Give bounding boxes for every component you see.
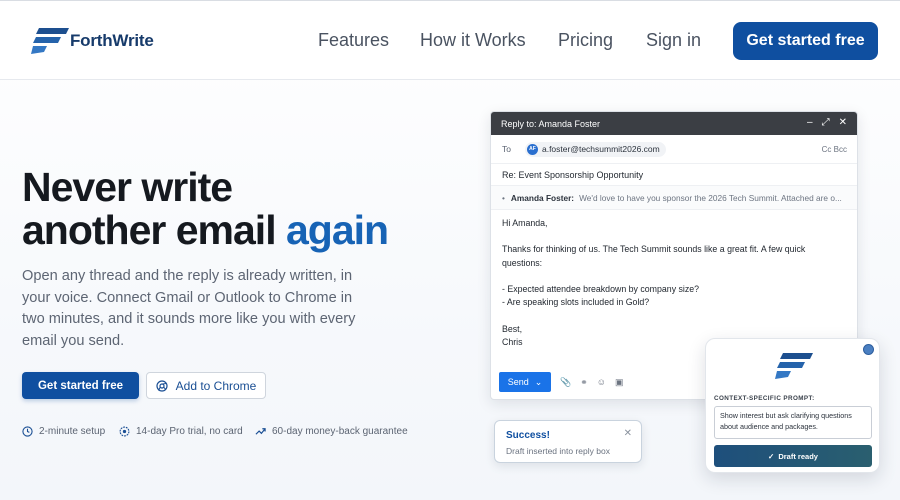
cc-bcc-toggle[interactable]: Cc Bcc [822,145,847,154]
recipient-chip[interactable]: AF a.foster@techsummit2026.com [524,141,666,157]
hero-title-line1: Never write [22,164,233,210]
feature-setup-text: 2-minute setup [39,426,106,437]
brand-name: ForthWrite [70,31,154,50]
feature-trial-text: 14-day Pro trial, no card [136,426,243,437]
success-toast: Success! Draft inserted into reply box ✕ [494,420,642,463]
nav-features[interactable]: Features [318,30,389,51]
hero-subtitle: Open any thread and the reply is already… [22,268,356,349]
minimize-icon[interactable]: – [807,117,813,128]
bullet-icon: • [502,192,505,203]
check-icon: ✓ [768,451,775,461]
prompt-input[interactable]: Show interest but ask clarifying questio… [714,406,872,439]
body-question-2: - Are speaking slots included in Gold? [502,297,650,308]
quoted-message-row[interactable]: • Amanda Foster: We'd love to have you s… [491,186,857,210]
badge-icon [119,426,130,437]
attach-icon[interactable]: 📎 [560,377,571,388]
compose-title: Reply to: Amanda Foster [501,118,601,129]
close-icon[interactable]: ✕ [839,117,847,128]
quote-text: We'd love to have you sponsor the 2026 T… [579,192,842,203]
hero-get-started-button[interactable]: Get started free [22,372,139,399]
nav-how-it-works[interactable]: How it Works [420,30,526,51]
trend-up-icon [255,428,266,435]
hero-title: Never write another email again [22,164,389,253]
image-icon[interactable]: ▣ [615,377,624,388]
send-label: Send [507,377,529,387]
add-to-chrome-button[interactable]: Add to Chrome [146,372,266,399]
chevron-down-icon[interactable]: ⌄ [535,377,543,388]
prompt-card: CONTEXT-SPECIFIC PROMPT: Show interest b… [705,338,880,473]
brand-logo[interactable]: ForthWrite [31,28,154,54]
expand-icon[interactable]: ⤢ [822,117,830,128]
emoji-icon[interactable]: ☺ [597,377,606,387]
top-nav: ForthWrite Features How it Works Pricing… [0,0,900,80]
email-body[interactable]: Hi Amanda, Thanks for thinking of us. Th… [491,210,857,349]
compose-title-bar: Reply to: Amanda Foster – ⤢ ✕ [491,112,857,135]
compose-toolbar: Send ⌄ 📎 ⚭ ☺ ▣ [499,372,623,392]
feature-guarantee-text: 60-day money-back guarantee [272,426,408,437]
hero-title-line2: another email [22,207,286,253]
prompt-label: CONTEXT-SPECIFIC PROMPT: [714,395,815,402]
nav-sign-in[interactable]: Sign in [646,30,701,51]
body-question-1: - Expected attendee breakdown by company… [502,283,700,294]
feature-guarantee: 60-day money-back guarantee [255,426,408,437]
send-button[interactable]: Send ⌄ [499,372,551,392]
to-row: To AF a.foster@techsummit2026.com Cc Bcc [491,135,857,164]
nav-pricing[interactable]: Pricing [558,30,613,51]
draft-ready-button[interactable]: ✓ Draft ready [714,445,872,467]
body-greeting: Hi Amanda, [502,218,548,228]
subject-text: Re: Event Sponsorship Opportunity [502,169,644,180]
body-signoff: Best, [502,323,523,334]
feature-trial: 14-day Pro trial, no card [119,426,243,437]
status-dot-icon [863,344,874,355]
quote-sender: Amanda Foster: [510,192,575,203]
toast-message: Draft inserted into reply box [506,446,610,456]
toast-close-icon[interactable]: ✕ [624,428,632,439]
link-icon[interactable]: ⚭ [580,377,588,388]
forthwrite-logo-icon [31,28,69,54]
body-paragraph: Thanks for thinking of us. The Tech Summ… [502,244,806,268]
to-label: To [502,144,511,154]
nav-get-started-button[interactable]: Get started free [733,22,878,60]
add-to-chrome-label: Add to Chrome [175,378,257,393]
forthwrite-logo-icon [775,353,813,379]
hero-title-accent: again [285,207,389,253]
recipient-avatar: AF [526,143,538,155]
subject-row[interactable]: Re: Event Sponsorship Opportunity [491,164,857,186]
feature-setup: 2-minute setup [22,426,105,437]
clock-icon [22,426,33,437]
chrome-icon [156,379,168,392]
toast-title: Success! [506,430,550,441]
recipient-email: a.foster@techsummit2026.com [541,144,660,154]
draft-ready-label: Draft ready [778,451,818,461]
